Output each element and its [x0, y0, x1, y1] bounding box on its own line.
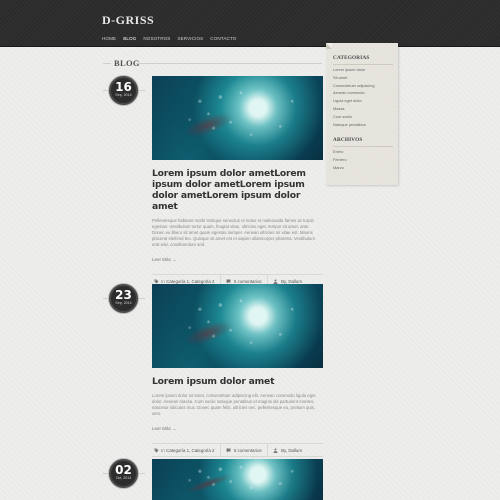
main-nav: HOME BLOG NOSOTROS SERVICIOS CONTACTO [102, 36, 243, 49]
tag-icon [154, 448, 159, 452]
sidebar: CATEGORIAS Lorem ipsum dolor Sit amet Co… [326, 43, 398, 185]
categories-heading: CATEGORIAS [333, 55, 370, 61]
list-item[interactable]: Enero [333, 148, 347, 156]
read-more-link[interactable]: Leer Más → [152, 257, 177, 262]
tag-icon [154, 279, 159, 283]
date-badge: 23 Sep, 2014 [109, 284, 138, 313]
post-image[interactable] [152, 76, 323, 160]
categories-list: Lorem ipsum dolor Sit amet Consectetuer … [333, 66, 375, 128]
date-day: 23 [115, 288, 132, 302]
site-logo[interactable]: D-GRISS [102, 13, 154, 28]
title-rule-right [136, 63, 322, 64]
divider [333, 146, 393, 147]
nav-contacto[interactable]: CONTACTO [210, 36, 236, 44]
nav-servicios[interactable]: SERVICIOS [177, 36, 203, 44]
date-day: 02 [115, 463, 132, 477]
list-item[interactable]: Natoque penatibus [333, 121, 375, 129]
category-links[interactable]: Categoría 1, Categoría 2 [166, 448, 214, 453]
archives-list: Enero Febrero Marzo [333, 148, 347, 171]
meta-author: By, Dallum [268, 444, 307, 456]
categories-prefix: In [161, 447, 165, 453]
post-image[interactable] [152, 284, 323, 368]
list-item[interactable]: Febrero [333, 156, 347, 164]
nav-home[interactable]: HOME [102, 36, 116, 44]
blog-post [152, 459, 323, 500]
read-more-link[interactable]: Leer Más → [152, 426, 177, 431]
user-icon [273, 448, 278, 453]
nav-nosotros[interactable]: NOSOTROS [143, 36, 170, 44]
site-header: D-GRISS HOME BLOG NOSOTROS SERVICIOS CON… [0, 0, 500, 49]
date-badge: 02 Oct, 2014 [109, 459, 138, 488]
list-item[interactable]: Lorem ipsum dolor [333, 66, 375, 74]
blog-post: Lorem ipsum dolor amet Lorem ipsum dolor… [152, 284, 323, 457]
meta-categories: In Categoría 1, Categoría 2 [152, 444, 221, 456]
user-icon [273, 279, 278, 284]
blog-post: Lorem ipsum dolor ametLorem ipsum dolor … [152, 76, 323, 288]
date-month: Sep, 2014 [115, 301, 132, 305]
sidebar-fold [326, 43, 332, 49]
date-badge: 16 Sep, 2014 [109, 76, 138, 105]
list-item[interactable]: Consectetuer adipiscing [333, 82, 375, 90]
date-month: Sep, 2014 [115, 93, 132, 97]
category-links[interactable]: Categoría 1, Categoría 2 [166, 279, 214, 284]
divider [333, 64, 393, 65]
date-day: 16 [115, 80, 132, 94]
archives-heading: ARCHIVOS [333, 137, 363, 143]
comment-icon [226, 448, 230, 452]
comment-icon [226, 279, 230, 283]
list-item[interactable]: Aenean commodo [333, 89, 375, 97]
post-meta: In Categoría 1, Categoría 2 5 comentario… [152, 443, 323, 457]
author-link[interactable]: By, Dallum [281, 448, 302, 453]
post-title[interactable]: Lorem ipsum dolor ametLorem ipsum dolor … [152, 168, 323, 212]
comments-link[interactable]: 5 comentarios [234, 279, 262, 284]
list-item[interactable]: Marzo [333, 164, 347, 172]
nav-blog[interactable]: BLOG [123, 36, 137, 49]
list-item[interactable]: Ligula eget dolor [333, 97, 375, 105]
list-item[interactable]: Sit amet [333, 74, 375, 82]
post-excerpt: Lorem ipsum dolor sit amet, consectetuer… [152, 393, 316, 416]
post-image[interactable] [152, 459, 323, 500]
title-rule-left [103, 63, 111, 64]
list-item[interactable]: Cum sociis [333, 113, 375, 121]
post-excerpt: Pellentesque habitant morbi tristique se… [152, 218, 315, 247]
categories-prefix: In [161, 278, 165, 284]
author-link[interactable]: By, Dallum [281, 279, 302, 284]
post-title[interactable]: Lorem ipsum dolor amet [152, 376, 323, 387]
meta-comments: 5 comentarios [221, 444, 268, 456]
list-item[interactable]: Massa [333, 105, 375, 113]
comments-link[interactable]: 5 comentarios [234, 448, 262, 453]
